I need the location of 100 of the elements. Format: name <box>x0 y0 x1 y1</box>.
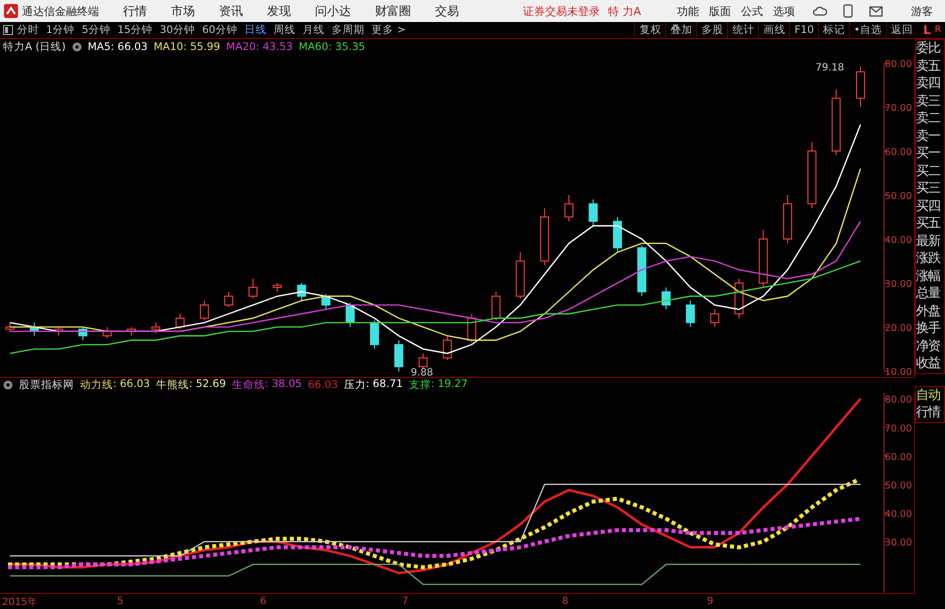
sidebar-item[interactable]: 买二 <box>916 162 944 180</box>
legend-value: : 52.69 <box>188 378 226 392</box>
app-title: 通达信金融终端 <box>22 4 99 18</box>
legend-value: : 66.03 <box>113 378 150 392</box>
sidebar-item[interactable]: 收益 <box>916 355 944 372</box>
logo-icon <box>4 4 18 18</box>
menu-item[interactable]: 行情 <box>123 2 147 20</box>
candlestick <box>492 290 500 321</box>
axis-tick-label: 40.00 <box>884 234 912 246</box>
low-price-label: 9.88 <box>410 367 434 377</box>
axis-tick-label: 40.00 <box>884 509 912 520</box>
candlestick <box>370 320 379 350</box>
candlestick <box>394 339 404 372</box>
sidebar-item[interactable]: 涨幅 <box>916 268 944 285</box>
sidebar-item[interactable]: 外盘 <box>916 302 944 320</box>
user-label[interactable]: 游客 <box>911 4 933 18</box>
axis-tick-label: 70.00 <box>884 424 912 435</box>
sidebar-item[interactable]: 自动 <box>916 386 944 404</box>
axis-tick-label: 50.00 <box>884 190 912 202</box>
menu-item[interactable]: 市场 <box>171 2 195 20</box>
candlestick <box>224 290 234 308</box>
candlestick <box>297 282 306 301</box>
indicator-title: 股票指标网 <box>19 378 74 392</box>
sidebar-item[interactable]: 行情 <box>916 404 944 422</box>
gear-icon[interactable] <box>3 380 13 390</box>
period-tab[interactable]: 更多 > <box>372 23 406 37</box>
menu-item[interactable]: 财富圈 <box>375 2 411 20</box>
stock-name: 特 力A <box>608 4 642 18</box>
legend-label: 生命线 <box>232 378 265 392</box>
legend-value: : 43.53 <box>256 40 293 53</box>
period-tab[interactable]: 5分钟 <box>82 23 110 37</box>
candlestick <box>248 278 258 299</box>
legend-label: MA20 <box>226 40 256 53</box>
sidebar-item[interactable]: 买一 <box>916 145 944 162</box>
cloud-icon[interactable] <box>813 5 827 17</box>
axis-tick-label: 20.00 <box>884 322 912 334</box>
sidebar-item[interactable]: 卖四 <box>916 75 944 92</box>
period-tab[interactable]: 15分钟 <box>117 23 153 37</box>
legend-label: 牛熊线 <box>156 378 189 392</box>
menu-item[interactable]: 发现 <box>267 2 291 20</box>
sidebar-item[interactable]: 卖二 <box>916 110 944 128</box>
phone-icon[interactable] <box>843 4 853 18</box>
candlestick <box>564 194 574 222</box>
gear-icon[interactable] <box>72 42 82 52</box>
legend-label: 支撑 <box>408 378 431 392</box>
sidebar-item[interactable]: 买五 <box>916 215 944 232</box>
date-axis-label: 9 <box>707 596 714 608</box>
period-tab[interactable]: 月线 <box>302 23 324 37</box>
period-tab[interactable]: 多周期 <box>332 23 364 37</box>
menu-item[interactable]: 功能 <box>677 4 699 18</box>
date-axis-label: 7 <box>402 596 410 608</box>
panel-toggle-icon[interactable] <box>3 25 13 35</box>
legend-value: : 66.03 <box>110 40 148 53</box>
sidebar-item[interactable]: 卖三 <box>916 92 944 110</box>
sidebar-item[interactable]: 卖五 <box>916 58 944 75</box>
left-mark[interactable]: L <box>923 23 931 37</box>
candlestick <box>151 322 160 334</box>
chart-title: 特力A (日线) <box>3 40 66 54</box>
menu-item[interactable]: 交易 <box>435 2 459 20</box>
period-tab[interactable]: 60分钟 <box>202 23 238 37</box>
legend-label: MA60 <box>298 40 328 53</box>
axis-tick-label: 60.00 <box>884 146 912 158</box>
sidebar-item[interactable]: 最新 <box>916 232 944 250</box>
menu-item[interactable]: 公式 <box>741 4 763 18</box>
period-tab[interactable]: 1分钟 <box>46 23 75 37</box>
date-axis-label: 5 <box>117 596 124 608</box>
period-tab[interactable]: 日线 <box>244 23 266 37</box>
right-mark[interactable]: R <box>934 25 941 35</box>
period-tab[interactable]: 周线 <box>274 23 296 37</box>
menu-item[interactable]: 选项 <box>773 4 795 18</box>
high-price-label: 79.18 <box>816 62 844 74</box>
legend-label: 动力线 <box>80 378 113 392</box>
sidebar-item[interactable]: 总量 <box>916 285 944 302</box>
axis-tick-label: 30.00 <box>884 538 912 549</box>
period-tab[interactable]: 分时 <box>17 23 39 37</box>
login-notice[interactable]: 证券交易未登录 <box>523 4 600 18</box>
menu-item[interactable]: 问小达 <box>315 2 351 20</box>
legend-value: : 55.99 <box>183 40 220 53</box>
sidebar-item[interactable]: 涨跌 <box>916 250 944 268</box>
sidebar-item[interactable]: 买三 <box>916 180 944 198</box>
candlestick <box>710 308 720 328</box>
axis-tick-label: 80.00 <box>884 395 912 406</box>
sidebar-item[interactable]: 净资 <box>916 338 944 355</box>
candlestick <box>418 352 428 369</box>
axis-tick-label: 10.00 <box>884 366 912 377</box>
menu-item[interactable]: 版面 <box>709 4 731 18</box>
legend-value: 66.03 <box>308 379 338 392</box>
sidebar-item[interactable]: 委比 <box>916 40 944 58</box>
axis-tick-label: 80.00 <box>884 58 912 70</box>
menu-item[interactable]: 资讯 <box>219 2 243 20</box>
legend-value: : 35.35 <box>328 40 366 53</box>
sidebar-item[interactable]: 换手 <box>916 320 944 338</box>
axis-tick-label: 60.00 <box>884 452 912 464</box>
period-tab[interactable]: 30分钟 <box>160 23 196 37</box>
legend-label: MA5 <box>88 40 111 53</box>
legend-value: : 38.05 <box>264 378 302 392</box>
legend-value: : 68.71 <box>366 378 403 392</box>
mail-icon[interactable] <box>869 6 883 16</box>
sidebar-item[interactable]: 买四 <box>916 198 944 215</box>
sidebar-item[interactable]: 卖一 <box>916 128 944 145</box>
